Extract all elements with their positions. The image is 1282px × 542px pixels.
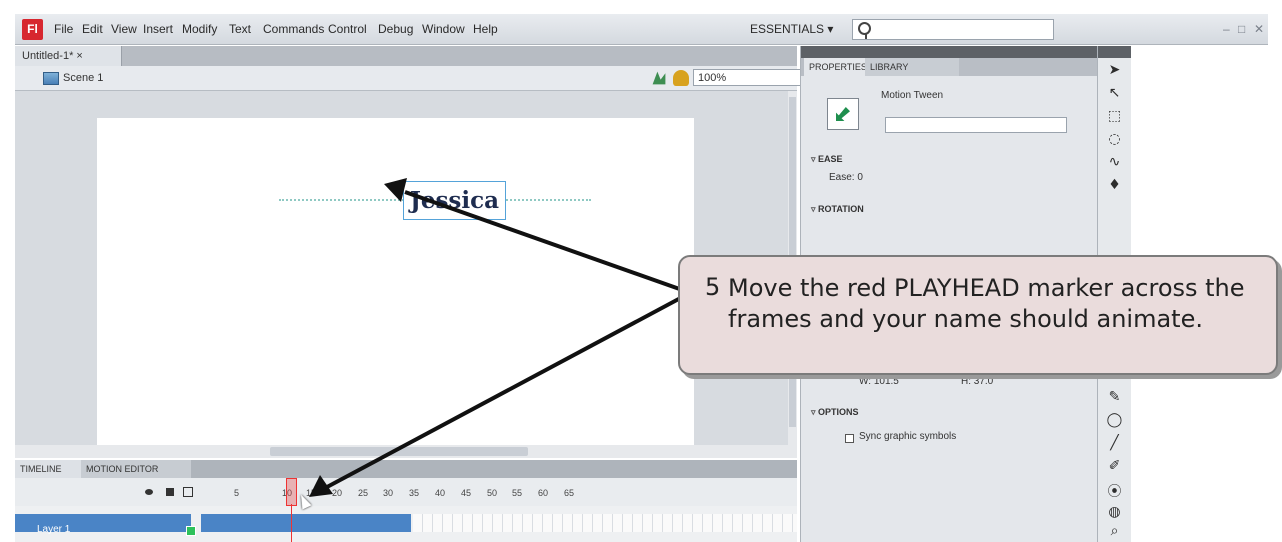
arrow-to-text — [404, 190, 689, 294]
arrow-to-playhead — [326, 292, 689, 489]
arrow-head-text — [384, 178, 407, 202]
step-number: 5 — [705, 273, 721, 301]
flash-screenshot: Fl File Edit View Insert Modify Text Com… — [0, 0, 1282, 542]
instruction-text: Move the red PLAYHEAD marker across the … — [728, 274, 1245, 333]
instruction-callout: 5 Move the red PLAYHEAD marker across th… — [678, 255, 1278, 375]
